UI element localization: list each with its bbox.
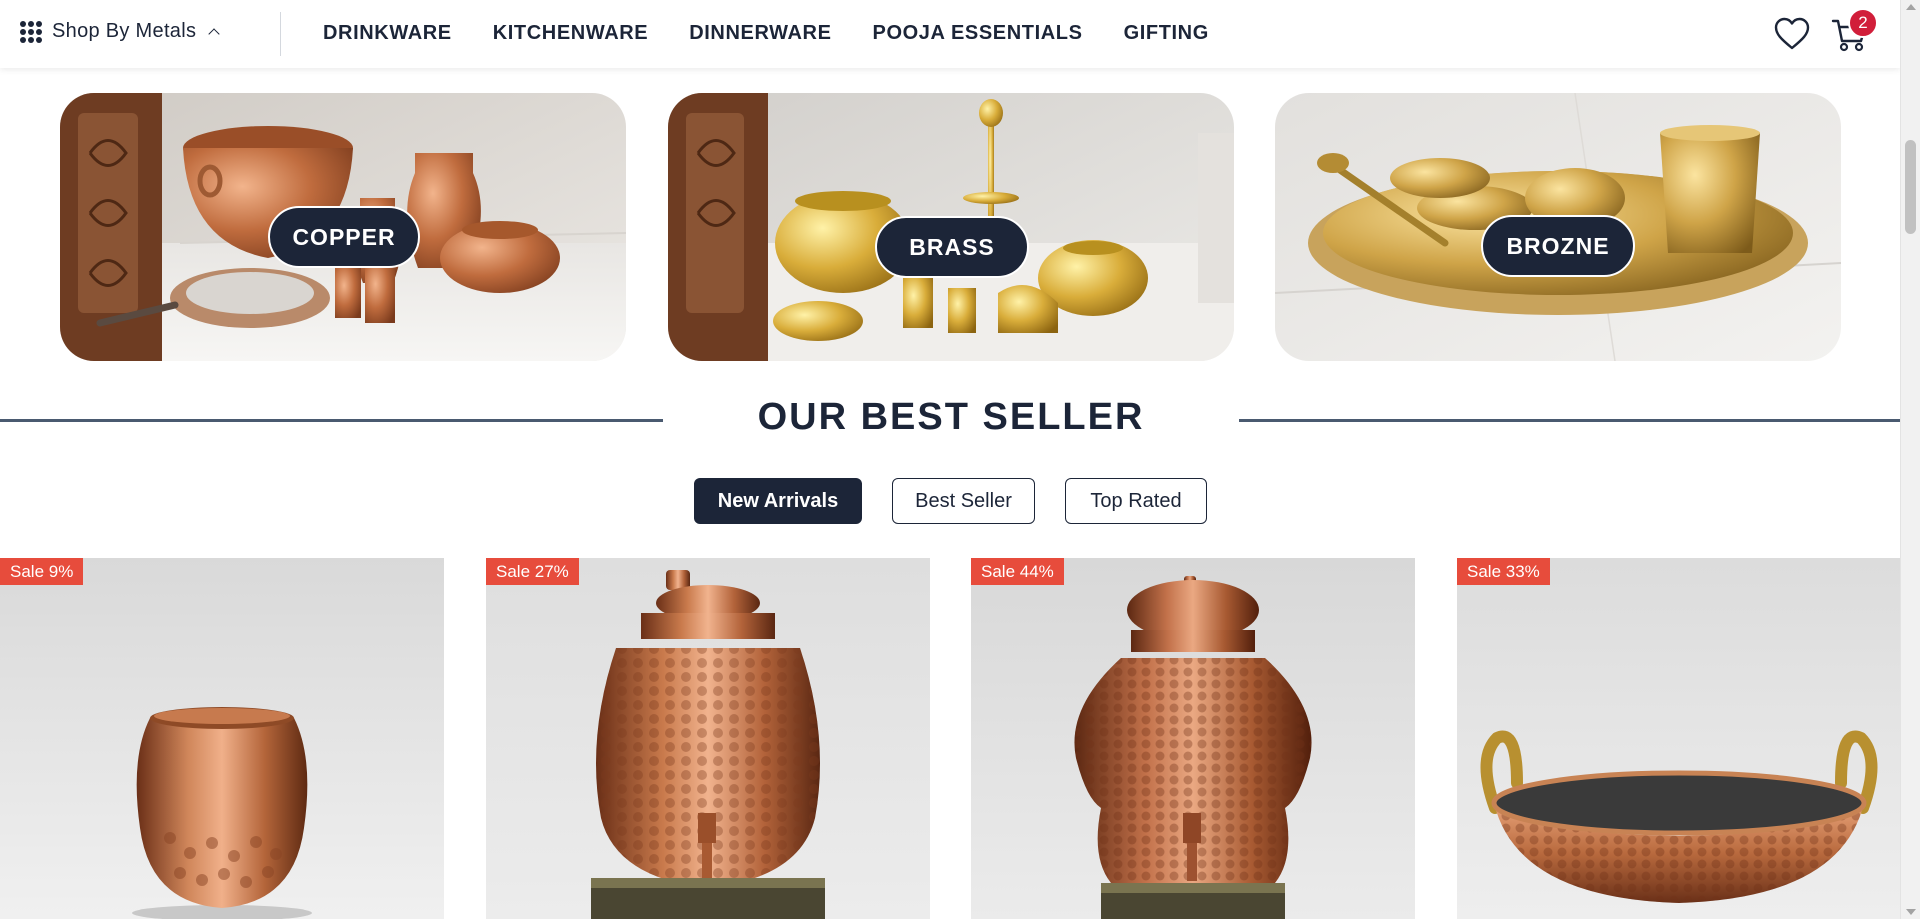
metal-card-copper[interactable]: COPPER [60,93,626,361]
shop-by-metals-menu[interactable]: Shop By Metals [20,20,220,43]
metal-label-bronze[interactable]: BROZNE [1481,215,1635,277]
tab-top-rated[interactable]: Top Rated [1065,478,1207,524]
product-image-copper-kadai [1457,558,1901,919]
nav-gifting[interactable]: GIFTING [1124,22,1209,45]
metal-label-brass[interactable]: BRASS [875,216,1029,278]
product-card[interactable]: Sale 44% [971,558,1415,919]
scroll-thumb[interactable] [1905,140,1916,234]
title-divider-right [1239,419,1900,422]
product-card[interactable]: Sale 33% [1457,558,1901,919]
nav-drinkware[interactable]: DRINKWARE [323,22,452,45]
heart-icon[interactable] [1773,16,1811,52]
grid-dots-icon [20,20,42,43]
sale-badge: Sale 33% [1457,558,1550,585]
scroll-up-arrow-icon[interactable] [1906,4,1916,10]
metal-card-brass[interactable]: BRASS [668,93,1234,361]
title-divider-left [0,419,663,422]
metal-card-bronze[interactable]: BROZNE [1275,93,1841,361]
product-image-copper-dispenser [486,558,930,919]
sale-badge: Sale 9% [0,558,84,585]
tab-best-seller[interactable]: Best Seller [892,478,1035,524]
nav-dinnerware[interactable]: DINNERWARE [689,22,831,45]
main-nav: DRINKWARE KITCHENWARE DINNERWARE POOJA E… [323,22,1209,45]
product-card[interactable]: Sale 9% [0,558,444,919]
scroll-down-arrow-icon[interactable] [1906,909,1916,915]
tab-new-arrivals[interactable]: New Arrivals [694,478,862,524]
sale-badge: Sale 44% [971,558,1064,585]
sale-badge: Sale 27% [486,558,579,585]
metal-label-copper[interactable]: COPPER [268,206,420,268]
product-card[interactable]: Sale 27% [486,558,930,919]
section-title: OUR BEST SELLER [757,396,1145,438]
product-image-copper-tumbler [0,558,444,919]
page-scrollbar[interactable] [1900,0,1920,919]
page: Shop By Metals DRINKWARE KITCHENWARE DIN… [0,0,1920,919]
nav-kitchenware[interactable]: KITCHENWARE [493,22,649,45]
nav-pooja-essentials[interactable]: POOJA ESSENTIALS [873,22,1083,45]
shop-by-metals-label: Shop By Metals [52,20,197,42]
cart-count-badge: 2 [1848,8,1878,38]
header-divider [280,12,281,56]
site-header: Shop By Metals DRINKWARE KITCHENWARE DIN… [0,0,1900,68]
product-image-copper-dispenser-2 [971,558,1415,919]
chevron-up-icon [208,28,220,40]
